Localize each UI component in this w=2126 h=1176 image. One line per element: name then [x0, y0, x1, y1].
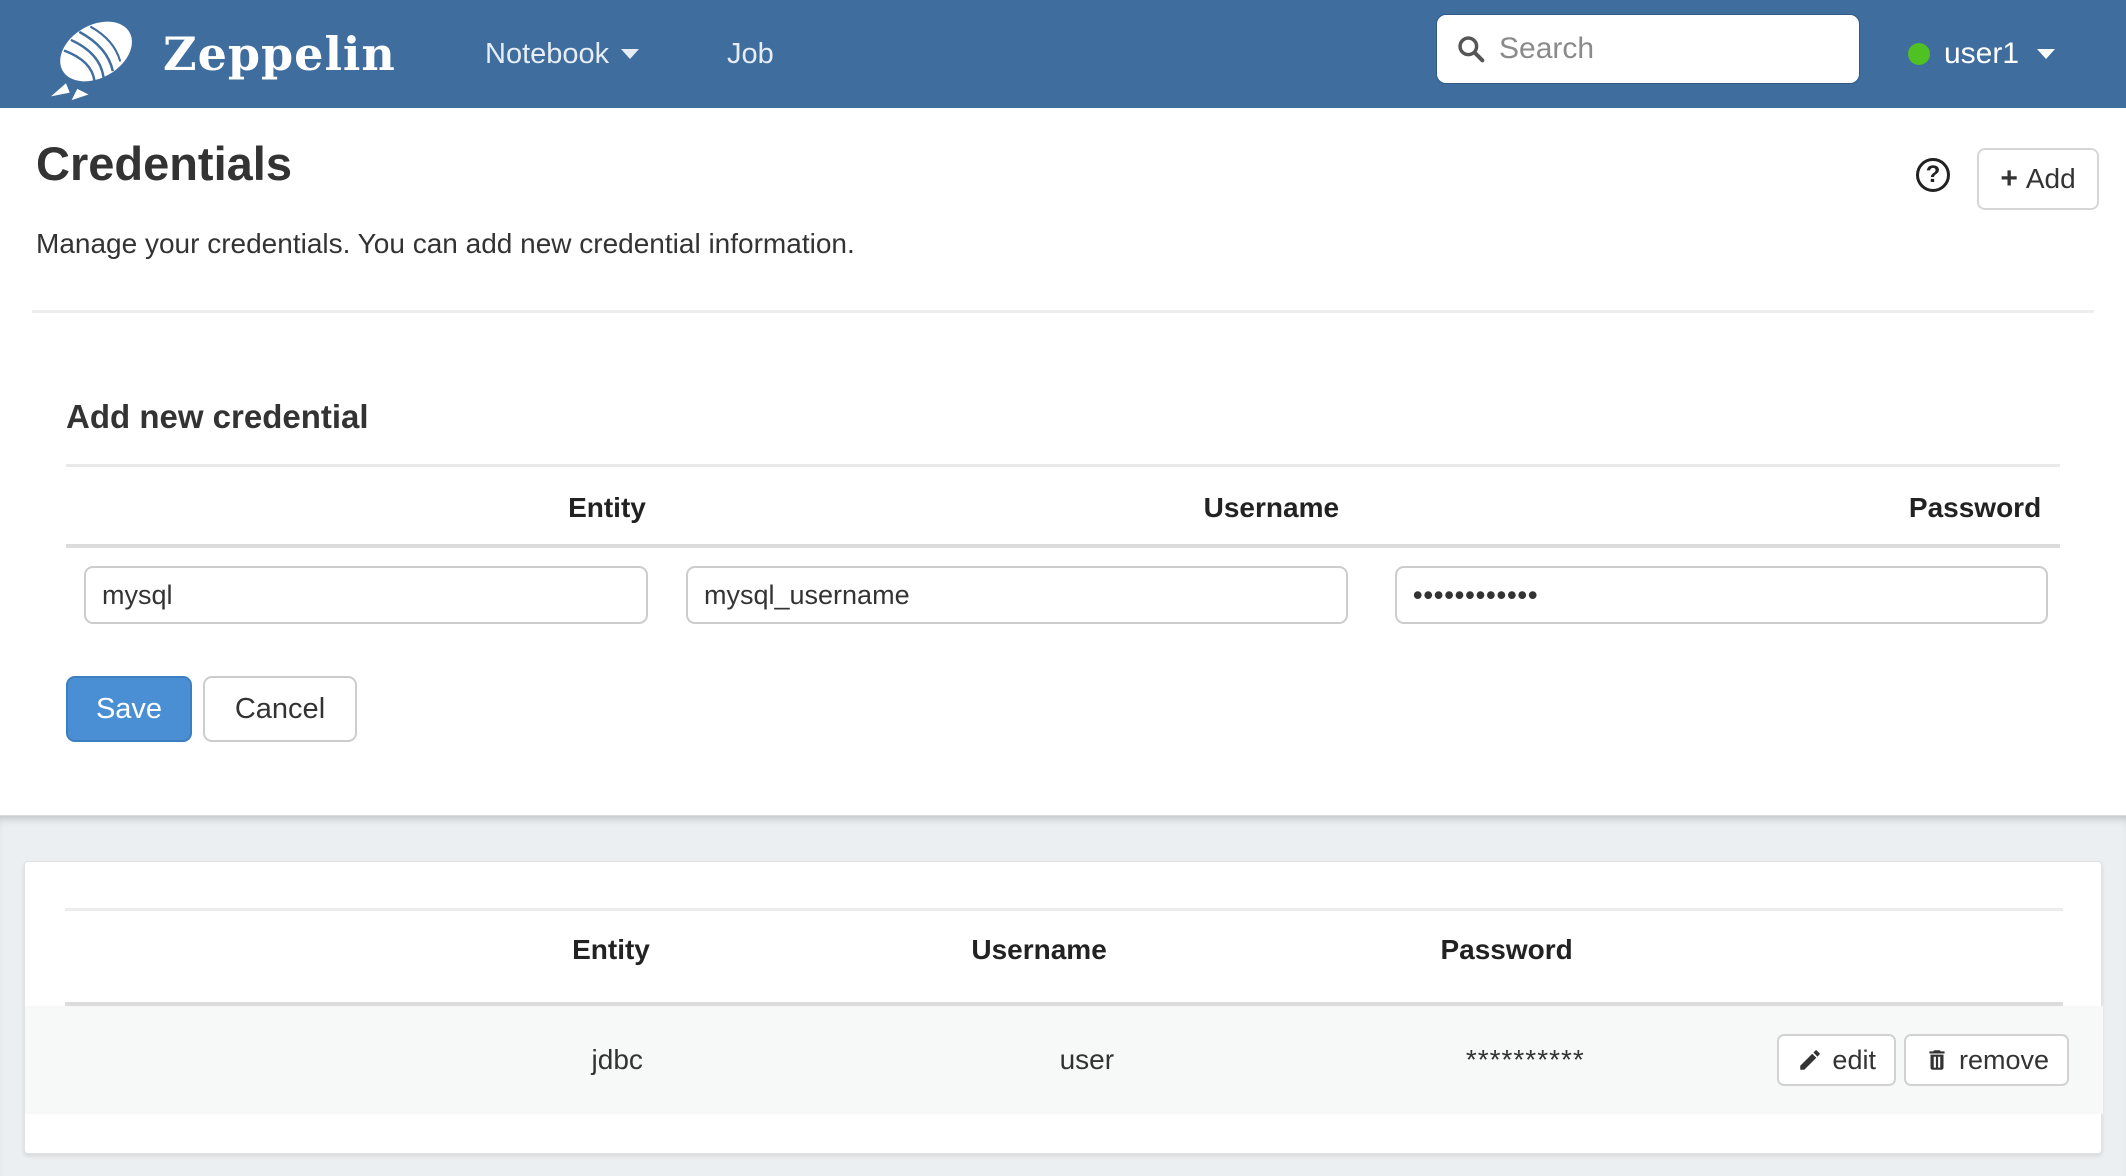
cancel-button[interactable]: Cancel [203, 676, 357, 742]
edit-button[interactable]: edit [1777, 1034, 1896, 1086]
search-input[interactable] [1499, 32, 1829, 66]
page-title: Credentials [36, 136, 292, 191]
row-actions: edit remove [1777, 1006, 2069, 1114]
plus-icon: + [2000, 164, 2018, 194]
help-glyph: ? [1926, 161, 1941, 189]
brand-title[interactable]: Zeppelin [163, 0, 396, 108]
pencil-icon [1797, 1047, 1823, 1073]
chevron-down-icon [621, 49, 639, 59]
table-column-header-password: Password [1440, 922, 1572, 978]
form-column-header-username: Username [1204, 482, 1339, 534]
add-button[interactable]: + Add [1977, 148, 2099, 210]
search-box [1436, 14, 1860, 84]
form-divider [66, 464, 2060, 467]
user-status-dot [1908, 43, 1930, 65]
table-column-header-entity: Entity [572, 922, 650, 978]
add-button-label: Add [2026, 163, 2076, 195]
cell-password: ********** [1466, 1006, 1585, 1114]
form-column-header-entity: Entity [568, 482, 646, 534]
nav-item-job-label: Job [727, 38, 774, 71]
credentials-list-section: Entity Username Password jdbc user *****… [0, 815, 2126, 1176]
edit-button-label: edit [1832, 1045, 1876, 1076]
help-icon[interactable]: ? [1916, 158, 1950, 192]
form-heading: Add new credential [66, 398, 369, 436]
username-input[interactable] [686, 566, 1348, 624]
table-row: jdbc user ********** edit remove [25, 1006, 2103, 1114]
table-column-header-username: Username [971, 922, 1106, 978]
form-divider [66, 544, 2060, 548]
user-name: user1 [1944, 37, 2019, 71]
table-divider [65, 908, 2063, 911]
nav-item-notebook-label: Notebook [485, 38, 609, 71]
table-header-row: Entity Username Password [25, 922, 2103, 978]
password-input[interactable] [1395, 566, 2048, 624]
cell-username: user [1060, 1006, 1114, 1114]
page-subtitle: Manage your credentials. You can add new… [36, 228, 855, 260]
zeppelin-logo-icon[interactable] [38, 8, 156, 102]
zeppelin-credentials-page: Zeppelin Notebook Job user1 Credentials … [0, 0, 2126, 1176]
search-icon [1455, 33, 1487, 65]
trash-icon [1924, 1047, 1950, 1073]
remove-button-label: remove [1959, 1045, 2049, 1076]
page-divider [32, 310, 2094, 313]
user-menu[interactable]: user1 [1908, 0, 2055, 108]
form-header-row: Entity Username Password [0, 482, 2126, 534]
navbar: Zeppelin Notebook Job user1 [0, 0, 2126, 108]
nav-item-notebook[interactable]: Notebook [485, 0, 639, 108]
remove-button[interactable]: remove [1904, 1034, 2069, 1086]
cell-entity: jdbc [592, 1006, 643, 1114]
entity-input[interactable] [84, 566, 648, 624]
form-column-header-password: Password [1909, 482, 2041, 534]
nav-item-job[interactable]: Job [727, 0, 774, 108]
save-button[interactable]: Save [66, 676, 192, 742]
credentials-card: Entity Username Password jdbc user *****… [24, 861, 2102, 1154]
chevron-down-icon [2037, 49, 2055, 59]
